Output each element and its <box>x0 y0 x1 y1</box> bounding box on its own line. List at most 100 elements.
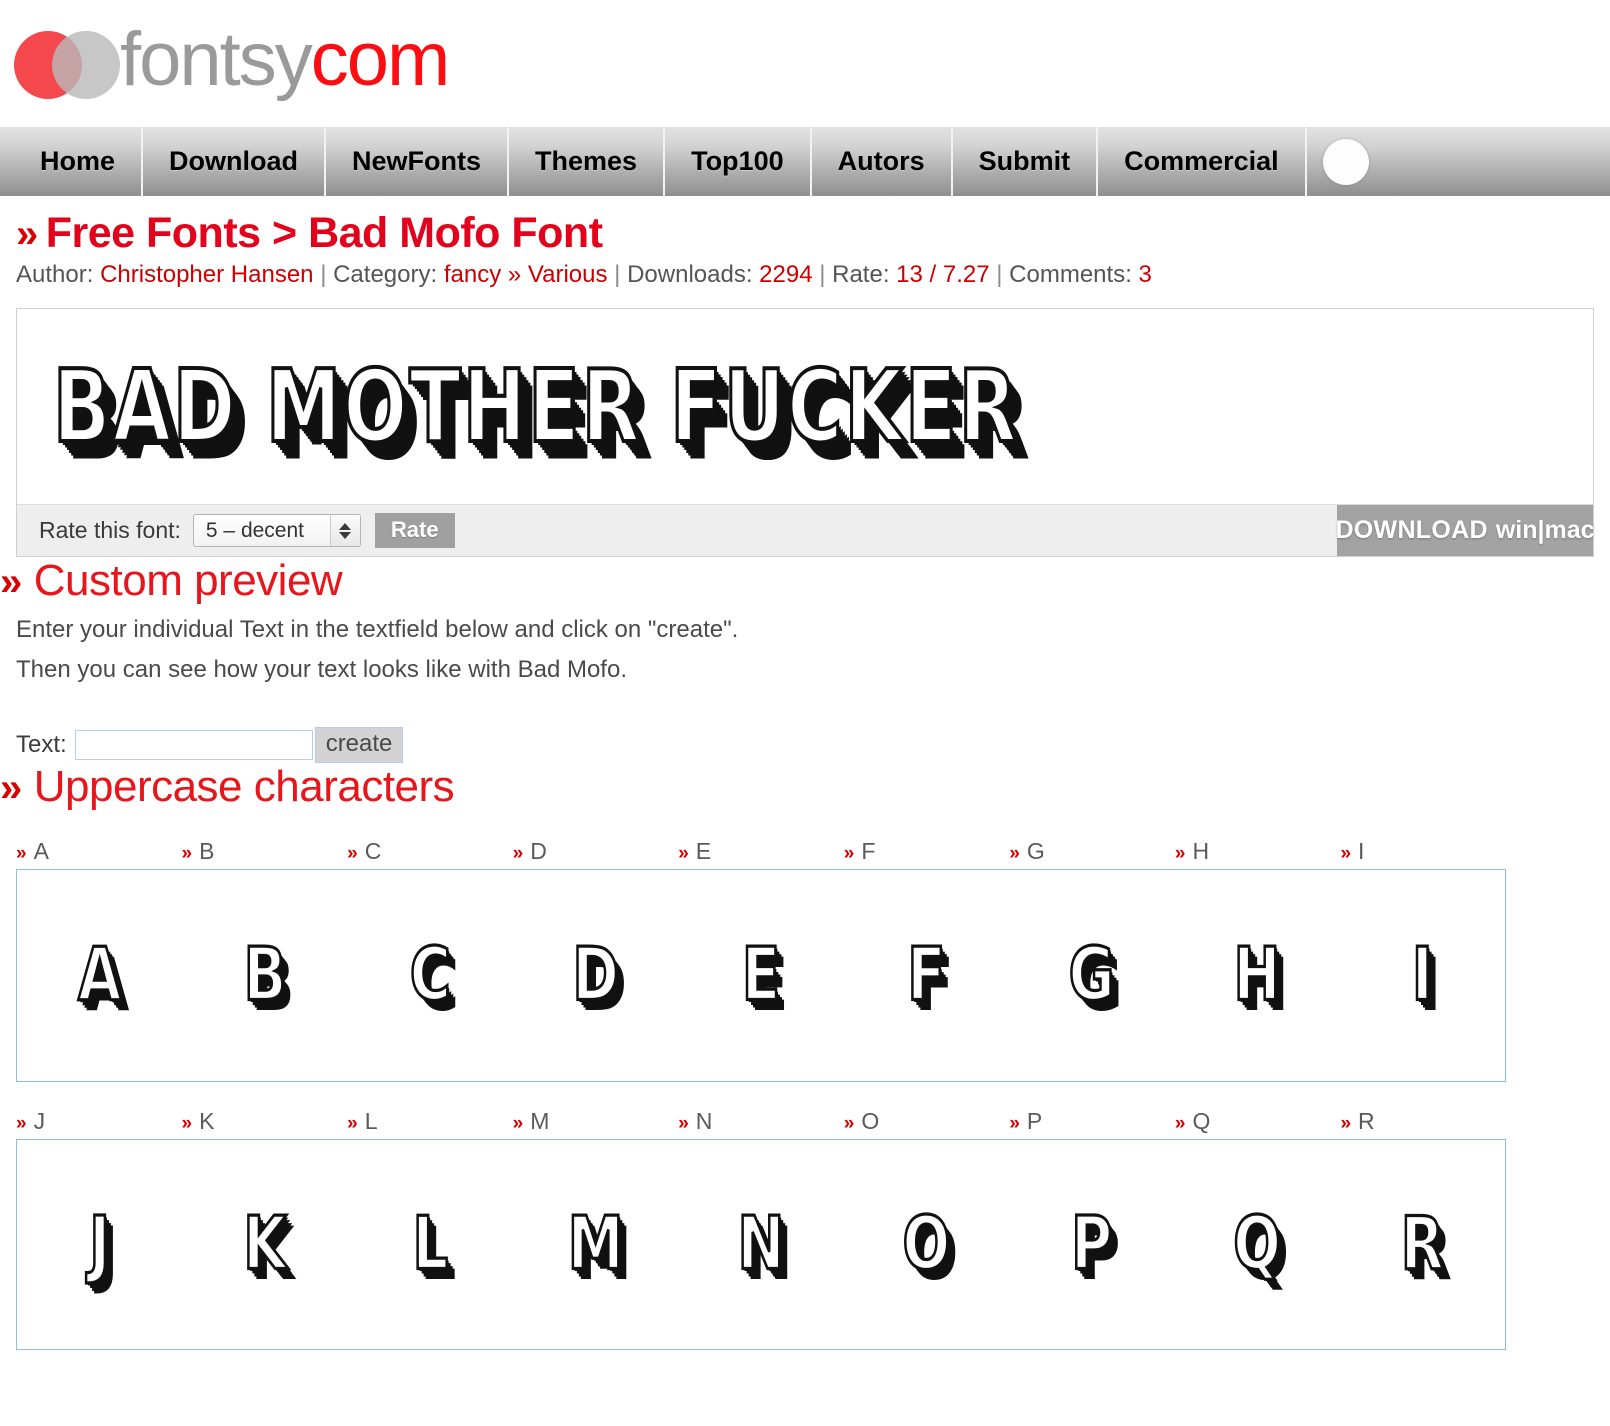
font-actions-bar: Rate this font: 5 – decent Rate DOWNLOAD… <box>17 504 1595 557</box>
glyph-c: C <box>409 931 453 1019</box>
char-label-text: E <box>695 837 712 864</box>
logo-text-fontsy: fontsy <box>120 17 313 102</box>
nav-item-home[interactable]: Home <box>0 127 144 196</box>
char-label-j[interactable]: » J <box>16 1108 182 1135</box>
glyph-cell-q: Q <box>1174 1140 1339 1349</box>
nav-item-commercial[interactable]: Commercial <box>1098 127 1307 196</box>
glyph-cell-f: F <box>844 870 1009 1081</box>
glyph-cell-j: J <box>17 1140 182 1349</box>
nav-item-autors[interactable]: Autors <box>812 127 953 196</box>
uppercase-glyph-grid-2: J K L M N O P Q R <box>16 1138 1506 1350</box>
meta-comments-label: Comments: <box>1009 261 1132 289</box>
meta-category-label: Category: <box>333 261 438 289</box>
glyph-o: O <box>901 1200 951 1288</box>
site-header: fontsycom <box>0 0 1610 126</box>
nav-item-themes[interactable]: Themes <box>509 127 666 196</box>
chevron-right-icon: » <box>0 560 22 605</box>
char-label-n[interactable]: » N <box>678 1108 844 1135</box>
char-label-text: Q <box>1192 1107 1211 1134</box>
char-label-r[interactable]: » R <box>1340 1108 1506 1135</box>
char-label-g[interactable]: » G <box>1009 838 1175 865</box>
char-label-b[interactable]: » B <box>182 838 348 865</box>
meta-author-label: Author: <box>16 261 94 289</box>
glyph-m: M <box>567 1200 625 1288</box>
char-label-e[interactable]: » E <box>678 838 844 865</box>
breadcrumb-free-fonts[interactable]: Free Fonts <box>46 209 261 257</box>
font-metadata: Author: Christopher Hansen | Category: f… <box>16 260 1610 290</box>
nav-item-newfonts[interactable]: NewFonts <box>326 127 510 196</box>
stepper-arrows-icon[interactable] <box>329 515 360 547</box>
font-preview-panel: BAD MOTHER FUCKER Rate this font: 5 – de… <box>16 308 1595 558</box>
char-label-m[interactable]: » M <box>513 1108 679 1135</box>
custom-preview-heading: » Custom preview <box>0 557 1610 605</box>
meta-divider: | <box>320 261 327 289</box>
custom-preview-heading-text: Custom preview <box>33 556 343 606</box>
nav-item-download[interactable]: Download <box>143 127 327 196</box>
glyph-cell-e: E <box>678 870 843 1081</box>
download-button[interactable]: DOWNLOAD win|mac <box>1335 505 1595 557</box>
char-label-text: C <box>364 837 382 864</box>
glyph-k: K <box>242 1200 288 1288</box>
nav-label: Autors <box>837 146 925 176</box>
rating-select-value: 5 – decent <box>205 518 305 542</box>
chevron-right-icon: » <box>678 1112 689 1134</box>
logo-text-com: com <box>310 17 451 102</box>
meta-rate-label: Rate: <box>832 261 890 289</box>
breadcrumb-current: Bad Mofo Font <box>308 209 603 257</box>
chevron-right-icon: » <box>512 1112 524 1134</box>
char-label-d[interactable]: » D <box>513 838 679 865</box>
glyph-d: D <box>571 931 620 1019</box>
glyph-h: H <box>1232 931 1281 1019</box>
meta-author-link[interactable]: Christopher Hansen <box>100 261 313 288</box>
custom-text-input[interactable] <box>74 730 313 761</box>
char-label-text: D <box>530 837 547 864</box>
rate-button[interactable]: Rate <box>374 513 455 549</box>
char-label-l[interactable]: » L <box>347 1108 513 1135</box>
meta-subcategory-link[interactable]: Various <box>528 261 608 288</box>
chevron-right-icon: » <box>843 842 855 864</box>
nav-label: Themes <box>535 146 638 176</box>
char-label-k[interactable]: » K <box>182 1108 348 1135</box>
char-label-i[interactable]: » I <box>1340 838 1506 865</box>
logo-circle-gray <box>52 31 120 99</box>
chevron-right-icon: » <box>1009 842 1020 864</box>
site-logo-text[interactable]: fontsycom <box>120 22 450 98</box>
circle-icon[interactable] <box>1322 138 1369 185</box>
chevron-right-icon: » <box>1174 1112 1186 1134</box>
meta-comments-value[interactable]: 3 <box>1139 261 1152 288</box>
char-label-a[interactable]: » A <box>16 838 182 865</box>
char-label-text: P <box>1026 1107 1043 1134</box>
create-button[interactable]: create <box>314 727 404 764</box>
chevron-right-icon: » <box>1174 842 1186 864</box>
char-label-p[interactable]: » P <box>1009 1108 1175 1135</box>
chevron-right-icon: » <box>1340 842 1352 864</box>
chevron-right-icon: » <box>0 766 22 811</box>
fontsy-logo-mark[interactable] <box>14 23 126 103</box>
glyph-cell-b: B <box>182 870 347 1081</box>
char-label-o[interactable]: » O <box>844 1108 1010 1135</box>
font-sample-text: BAD MOTHER FUCKER <box>51 347 1019 467</box>
meta-category-link[interactable]: fancy <box>444 261 501 288</box>
glyph-p: P <box>1070 1200 1114 1288</box>
chevron-right-icon: » <box>1009 1112 1020 1134</box>
glyph-e: E <box>741 931 782 1019</box>
breadcrumb-separator: > <box>272 209 297 257</box>
char-label-text: N <box>695 1107 713 1134</box>
char-label-f[interactable]: » F <box>844 838 1010 865</box>
char-label-text: K <box>199 1107 215 1134</box>
chevron-right-icon: » <box>16 842 27 864</box>
glyph-f: F <box>906 931 947 1019</box>
glyph-i: I <box>1411 931 1434 1019</box>
nav-item-submit[interactable]: Submit <box>953 127 1099 196</box>
meta-category-chevron-icon: » <box>507 261 522 289</box>
nav-item-top100[interactable]: Top100 <box>665 127 812 196</box>
glyph-cell-r: R <box>1340 1140 1505 1349</box>
char-label-q[interactable]: » Q <box>1175 1108 1341 1135</box>
glyph-cell-l: L <box>348 1140 513 1349</box>
char-label-c[interactable]: » C <box>347 838 513 865</box>
char-label-h[interactable]: » H <box>1175 838 1341 865</box>
char-label-text: B <box>199 837 215 864</box>
uppercase-heading-text: Uppercase characters <box>33 762 455 812</box>
char-label-text: O <box>861 1107 880 1134</box>
rating-select[interactable]: 5 – decent <box>192 514 361 548</box>
